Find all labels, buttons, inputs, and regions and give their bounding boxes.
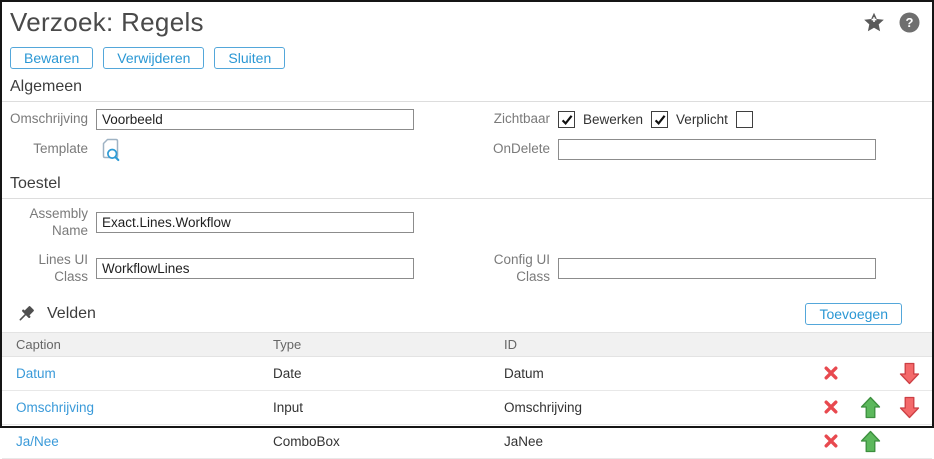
close-button[interactable]: Sluiten [214,47,285,69]
visibility-checkbox-group: Bewerken Verplicht [558,111,753,128]
field-id: JaNee [504,434,820,449]
ondelete-label: OnDelete [472,141,550,158]
algemeen-form: Omschrijving Zichtbaar Bewerken Verplich… [2,102,932,166]
zichtbaar-checkbox[interactable] [558,111,575,128]
config-ui-class-input[interactable] [558,258,876,279]
svg-text:?: ? [906,15,914,30]
move-down-icon[interactable] [898,395,920,420]
toestel-form: Assembly Name Lines UI Class Config UI C… [2,199,932,290]
field-id: Omschrijving [504,400,820,415]
column-header-type: Type [273,337,504,352]
delete-row-icon[interactable] [820,429,842,454]
zichtbaar-label: Zichtbaar [472,111,550,128]
template-preview-icon[interactable] [98,137,123,162]
move-up-icon[interactable] [859,429,881,454]
page-title: Verzoek: Regels [10,7,922,38]
column-header-id: ID [504,337,820,352]
velden-table-body: DatumDateDatumOmschrijvingInputOmschrijv… [2,357,932,459]
lines-ui-class-label: Lines UI Class [2,252,88,286]
add-button[interactable]: Toevoegen [805,303,902,325]
field-type: ComboBox [273,434,504,449]
ondelete-input[interactable] [558,139,876,160]
delete-row-icon[interactable] [820,361,842,386]
delete-row-icon[interactable] [820,395,842,420]
section-title-algemeen: Algemeen [2,69,932,102]
table-row: OmschrijvingInputOmschrijving [2,391,932,425]
delete-button[interactable]: Verwijderen [103,47,204,69]
lines-ui-class-input[interactable] [96,258,414,279]
velden-table-header: Caption Type ID [2,332,932,357]
config-ui-class-label: Config UI Class [472,252,550,286]
column-header-caption: Caption [2,337,273,352]
table-row: Ja/Nee ComboBoxJaNee [2,425,932,459]
move-up-icon[interactable] [859,395,881,420]
field-caption-link[interactable]: Omschrijving [16,400,94,415]
pin-icon [16,304,36,324]
verplicht-checkbox[interactable] [736,111,753,128]
section-title-toestel: Toestel [2,166,932,199]
bewerken-label: Bewerken [583,112,643,127]
section-title-velden: Velden [47,305,96,323]
field-caption-link[interactable]: Ja/Nee [16,434,59,449]
move-down-icon[interactable] [898,361,920,386]
favorite-star-icon[interactable] [863,12,885,33]
velden-header: Velden Toevoegen [2,290,932,332]
assembly-name-label: Assembly Name [2,206,88,240]
bewerken-checkbox[interactable] [651,111,668,128]
omschrijving-label: Omschrijving [2,111,88,128]
assembly-name-input[interactable] [96,212,414,233]
field-caption-link[interactable]: Datum [16,366,56,381]
table-row: DatumDateDatum [2,357,932,391]
page-header: Verzoek: Regels ? [2,2,932,38]
field-type: Date [273,366,504,381]
verplicht-label: Verplicht [676,112,728,127]
field-id: Datum [504,366,820,381]
field-type: Input [273,400,504,415]
move-up-placeholder [859,361,881,386]
move-down-placeholder [898,429,920,454]
template-label: Template [2,141,88,158]
help-icon[interactable]: ? [899,12,920,33]
omschrijving-input[interactable] [96,109,414,130]
header-icons: ? [863,12,920,33]
save-button[interactable]: Bewaren [10,47,93,69]
toolbar: Bewaren Verwijderen Sluiten [2,47,932,69]
